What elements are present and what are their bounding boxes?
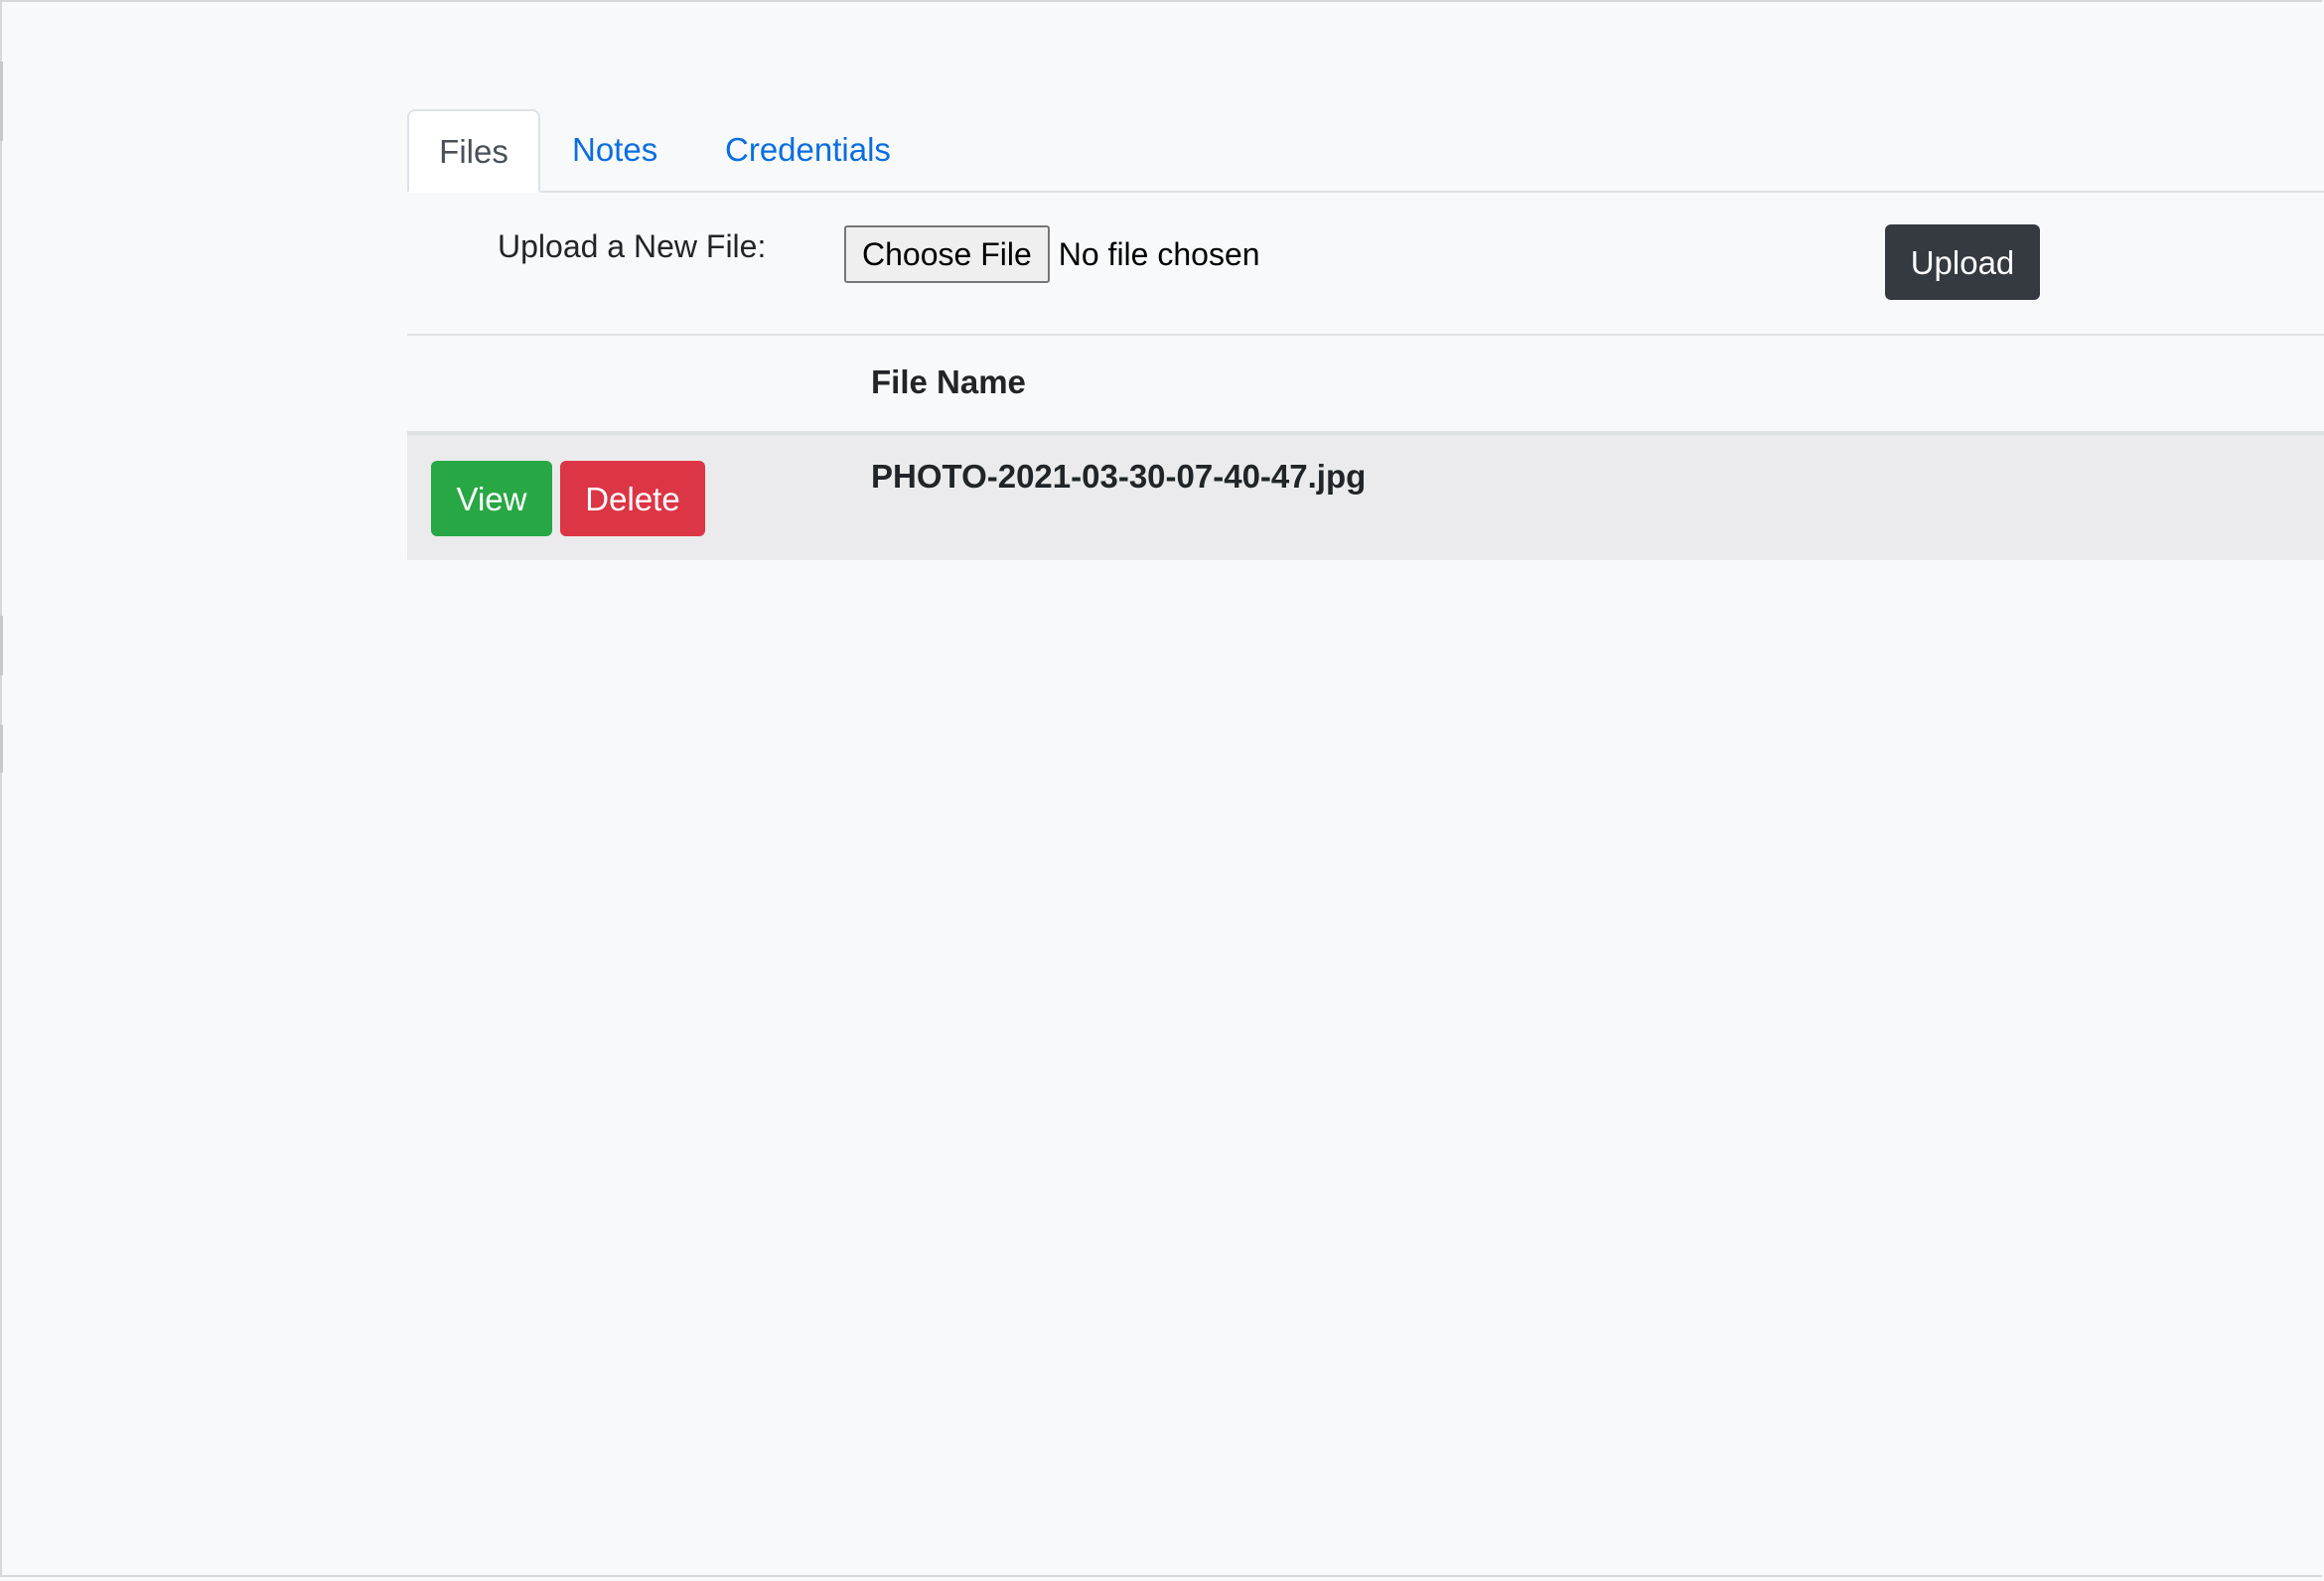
file-input[interactable]: Choose File No file chosen bbox=[844, 224, 1260, 284]
file-name-cell: PHOTO-2021-03-30-07-40-47.jpg bbox=[871, 458, 1367, 495]
frame-edge-mark bbox=[0, 725, 3, 773]
table-row: View Delete PHOTO-2021-03-30-07-40-47.jp… bbox=[407, 435, 2324, 560]
upload-label: Upload a New File: bbox=[498, 228, 767, 264]
table-header: File Name bbox=[407, 336, 2324, 435]
files-tab-container: Files Notes Credentials Upload a New Fil… bbox=[407, 109, 2324, 560]
frame-edge-mark bbox=[0, 62, 3, 141]
tab-credentials[interactable]: Credentials bbox=[693, 109, 923, 191]
no-file-chosen-text: No file chosen bbox=[1058, 235, 1260, 272]
tab-bar: Files Notes Credentials bbox=[407, 109, 2324, 193]
upload-form: Upload a New File: Choose File No file c… bbox=[407, 193, 2324, 336]
view-button[interactable]: View bbox=[431, 461, 552, 536]
column-header-file-name: File Name bbox=[871, 363, 1026, 400]
files-table: File Name View Delete PHOTO-2021-03-30-0… bbox=[407, 336, 2324, 560]
choose-file-button[interactable]: Choose File bbox=[844, 225, 1050, 283]
frame-edge-mark bbox=[0, 616, 3, 675]
upload-button[interactable]: Upload bbox=[1885, 224, 2040, 300]
tab-files[interactable]: Files bbox=[407, 109, 540, 193]
tab-notes[interactable]: Notes bbox=[540, 109, 689, 191]
delete-button[interactable]: Delete bbox=[560, 461, 705, 536]
